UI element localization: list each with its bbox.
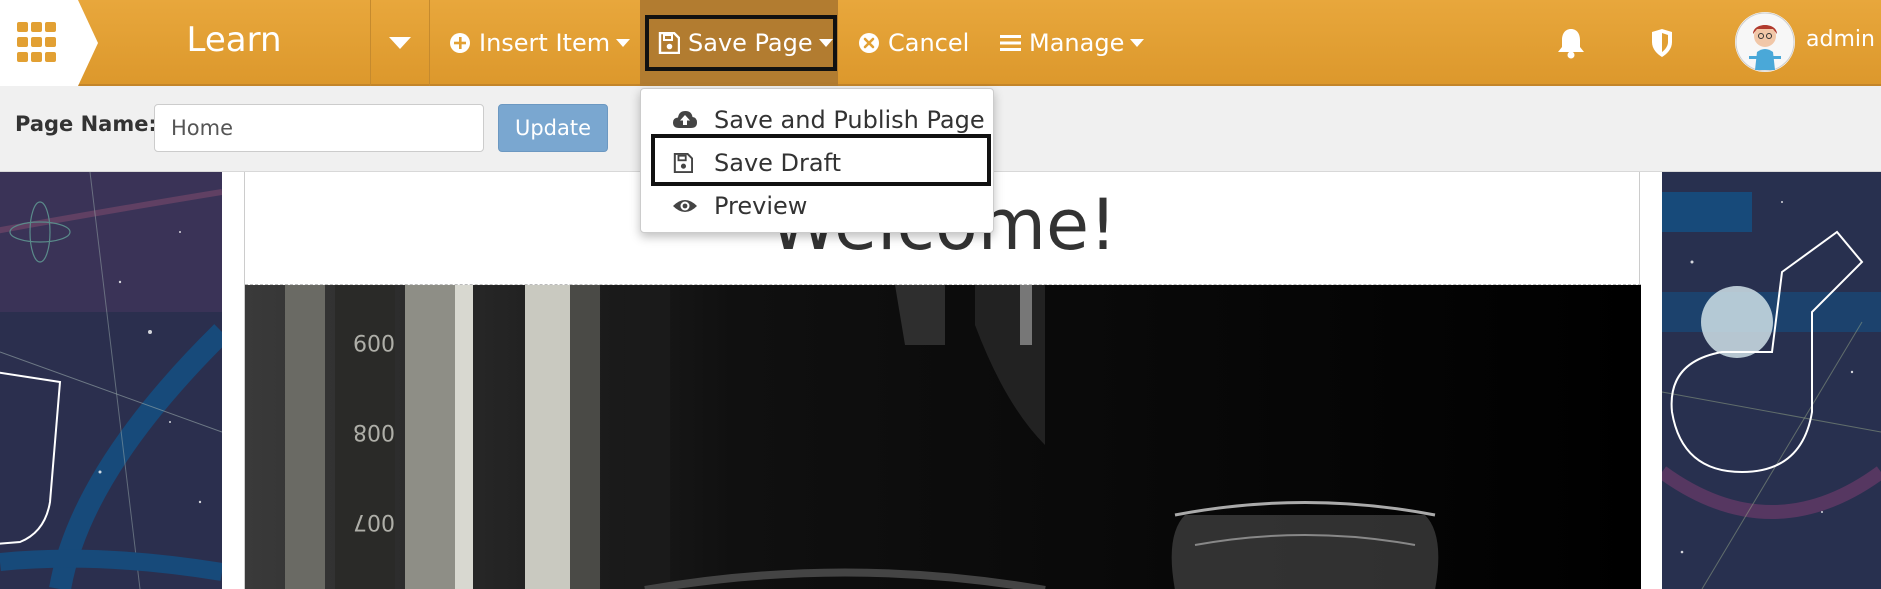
app-title[interactable]: Learn <box>98 0 370 86</box>
left-gutter <box>222 172 244 589</box>
menu-item-preview[interactable]: Preview <box>641 186 995 226</box>
insert-item-button[interactable]: Insert Item <box>449 0 631 86</box>
svg-text:007: 007 <box>353 509 395 534</box>
lab-glassware-photo: 009 008 007 <box>245 285 1641 589</box>
page-content-area: Welcome! 009 008 007 <box>0 172 1881 589</box>
menu-item-save-and-publish[interactable]: Save and Publish Page <box>641 100 995 140</box>
eye-icon <box>673 200 697 212</box>
update-button[interactable]: Update <box>498 104 608 152</box>
menu-item-save-draft[interactable]: Save Draft <box>641 143 995 183</box>
menu-item-label: Save and Publish Page <box>714 106 985 134</box>
user-name[interactable]: admin <box>1806 0 1875 80</box>
top-toolbar: Learn Insert Item Save Page Cancel Manag… <box>0 0 1881 86</box>
app-launcher[interactable] <box>0 0 98 86</box>
floppy-disk-icon <box>658 32 680 54</box>
insert-item-label: Insert Item <box>479 29 611 57</box>
floppy-disk-icon <box>673 153 693 173</box>
right-gutter <box>1640 172 1662 589</box>
science-background-image <box>0 172 222 589</box>
menu-item-label: Preview <box>714 192 808 220</box>
svg-text:008: 008 <box>353 419 395 444</box>
hero-image[interactable]: 009 008 007 <box>245 284 1641 589</box>
cancel-label: Cancel <box>888 29 970 57</box>
caret-down-icon <box>616 39 631 47</box>
save-page-label: Save Page <box>688 29 813 57</box>
toolbar-divider <box>429 0 430 86</box>
cloud-upload-icon <box>673 111 697 128</box>
user-avatar[interactable] <box>1735 12 1795 72</box>
manage-label: Manage <box>1029 29 1125 57</box>
manage-button[interactable]: Manage <box>1000 0 1145 86</box>
bell-icon <box>1558 29 1584 59</box>
page-body: Welcome! 009 008 007 <box>244 172 1641 589</box>
apps-grid-icon <box>0 0 98 86</box>
bars-icon <box>1000 35 1021 51</box>
caret-down-icon <box>818 39 833 47</box>
shield-icon <box>1652 29 1672 57</box>
save-page-button[interactable]: Save Page <box>640 0 838 86</box>
science-background-image <box>1662 172 1881 589</box>
caret-down-icon <box>1130 39 1145 47</box>
page-name-label: Page Name: <box>15 112 157 136</box>
avatar-image <box>1735 12 1795 72</box>
cancel-button[interactable]: Cancel <box>858 0 969 86</box>
plus-circle-icon <box>450 33 470 53</box>
svg-text:009: 009 <box>353 329 395 354</box>
save-page-dropdown-menu: Save and Publish Page Save Draft Preview <box>640 88 994 233</box>
page-name-input[interactable] <box>154 104 484 152</box>
page-options-dropdown-button[interactable] <box>371 0 429 86</box>
security-button[interactable] <box>1650 0 1674 86</box>
notifications-button[interactable] <box>1556 0 1586 86</box>
menu-item-label: Save Draft <box>714 149 842 177</box>
times-circle-icon <box>859 33 879 53</box>
caret-down-icon <box>389 37 411 49</box>
